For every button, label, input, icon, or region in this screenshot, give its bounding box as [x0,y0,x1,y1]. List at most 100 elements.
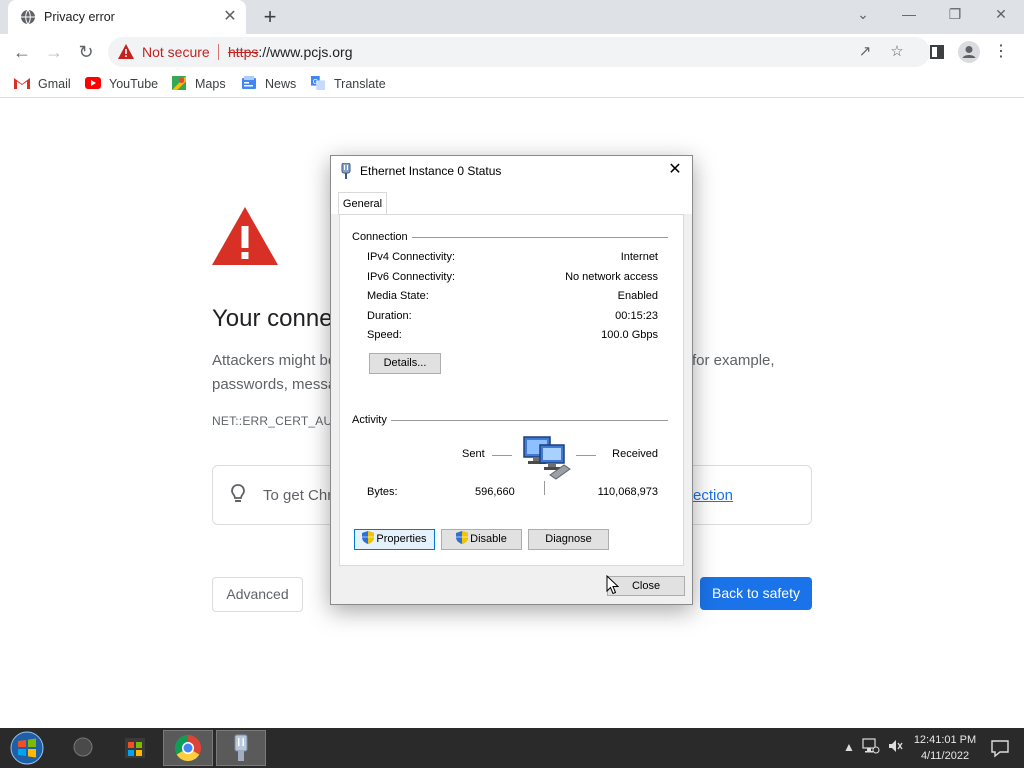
not-secure-label[interactable]: Not secure [142,44,210,60]
tab-strip: Privacy error ✕ + ⌄ — ❐ ✕ [0,0,1024,34]
lightbulb-icon [231,484,245,502]
ipv6-value: No network access [565,271,658,283]
dialog-title: Ethernet Instance 0 Status [360,164,502,178]
reload-icon[interactable]: ↻ [72,39,100,67]
media-state-value: Enabled [617,290,658,302]
received-line [576,455,596,456]
store-icon [125,738,145,758]
received-label: Received [612,448,658,460]
advanced-button[interactable]: Advanced [212,577,303,612]
share-icon[interactable]: ↗ [856,43,874,61]
sent-label: Sent [462,448,485,460]
bytes-sent-value: 596,660 [475,486,515,498]
start-button-icon[interactable] [8,730,46,766]
details-button[interactable]: Details... [369,353,441,374]
dialog-tabbar: General [331,186,692,215]
url-host: ://www.pcjs.org [258,44,353,60]
minimize-button[interactable]: — [886,0,932,30]
page-headline: Your conne [212,305,333,332]
activity-group-line [390,420,668,421]
menu-kebab-icon[interactable]: ⋮ [988,39,1014,65]
bookmark-maps[interactable]: Maps [171,76,226,92]
dialog-close-icon[interactable]: ✕ [666,161,684,179]
tab-general[interactable]: General [338,192,387,215]
translate-icon: G [311,76,325,90]
circle-app-icon [73,737,93,757]
address-bar[interactable]: Not secure https://www.pcjs.org ↗ ☆ [108,37,930,67]
duration-value: 00:15:23 [615,310,658,322]
tab-search-icon[interactable]: ⌄ [840,0,886,30]
tray-overflow-icon[interactable]: ▲ [840,738,858,756]
bytes-received-value: 110,068,973 [597,486,658,498]
description-tail: for example, [692,352,775,369]
system-clock[interactable]: 12:41:01 PM 4/11/2022 [900,732,990,764]
tab-close-icon[interactable]: ✕ [220,7,240,27]
taskbar-search-app[interactable] [58,730,108,766]
restore-button[interactable]: ❐ [932,0,978,30]
network-tray-icon[interactable] [862,738,880,756]
bookmark-star-icon[interactable]: ☆ [888,43,906,61]
window-close-button[interactable]: ✕ [978,0,1024,30]
taskbar-chrome-app[interactable] [163,730,213,766]
uac-shield-icon [456,531,469,544]
bookmark-label: Gmail [38,77,71,91]
bookmark-label: Translate [334,77,386,91]
bookmark-gmail[interactable]: Gmail [14,76,71,92]
browser-toolbar: ← → ↻ Not secure https://www.pcjs.org ↗ … [0,34,1024,70]
speed-label: Speed: [367,329,402,341]
mouse-cursor-icon [606,575,619,595]
bookmark-label: Maps [195,77,226,91]
bookmark-news[interactable]: News [241,76,296,92]
ethernet-plug-icon [341,163,351,179]
ipv4-label: IPv4 Connectivity: [367,251,456,263]
disable-label: Disable [470,533,507,545]
dialog-titlebar[interactable]: Ethernet Instance 0 Status ✕ [331,156,692,186]
tip-link[interactable]: ection [693,487,733,504]
tab-privacy-error[interactable]: Privacy error ✕ [8,0,246,34]
ipv4-value: Internet [620,251,658,263]
bookmark-label: News [265,77,297,91]
notification-icon[interactable] [990,738,1010,758]
ipv6-label: IPv6 Connectivity: [367,271,456,283]
youtube-icon [85,77,101,89]
bytes-label: Bytes: [367,486,398,498]
tip-text: To get Chr [263,487,333,504]
side-panel-icon[interactable] [924,39,950,65]
new-tab-button[interactable]: + [258,6,282,30]
gmail-icon [14,78,30,89]
news-icon [242,76,256,89]
back-icon[interactable]: ← [8,39,36,67]
diagnose-button[interactable]: Diagnose [528,529,609,550]
bookmark-translate[interactable]: G Translate [310,76,386,92]
profile-avatar-icon[interactable] [956,39,982,65]
uac-shield-icon [362,531,375,544]
clock-time: 12:41:01 PM [913,734,977,746]
disable-button[interactable]: Disable [441,529,522,550]
url-scheme: https [228,44,259,60]
bookmark-youtube[interactable]: YouTube [85,76,158,92]
general-panel: Connection IPv4 Connectivity: Internet I… [339,214,684,566]
connection-group-line [402,237,668,238]
sent-line [492,455,512,456]
taskbar-network-app[interactable] [216,730,266,766]
warning-triangle-icon [212,207,278,265]
duration-label: Duration: [367,310,412,322]
bookmark-label: YouTube [109,77,159,91]
taskbar-store-app[interactable] [110,730,160,766]
properties-button[interactable]: Properties [354,529,435,550]
globe-icon [21,9,35,25]
network-activity-icon [523,436,571,480]
clock-date: 4/11/2022 [920,750,970,762]
media-state-label: Media State: [367,290,429,302]
bytes-divider [544,481,545,495]
ethernet-plug-icon [234,734,248,761]
back-to-safety-button[interactable]: Back to safety [700,577,812,610]
maps-icon [172,76,186,90]
forward-icon[interactable]: → [40,39,68,67]
speed-value: 100.0 Gbps [601,329,658,341]
url-text[interactable]: https://www.pcjs.org [228,44,353,60]
properties-label: Properties [376,533,427,545]
activity-group-label: Activity [352,414,391,426]
windows-taskbar: ▲ 12:41:01 PM 4/11/2022 [0,728,1024,768]
svg-text:G: G [313,79,318,86]
